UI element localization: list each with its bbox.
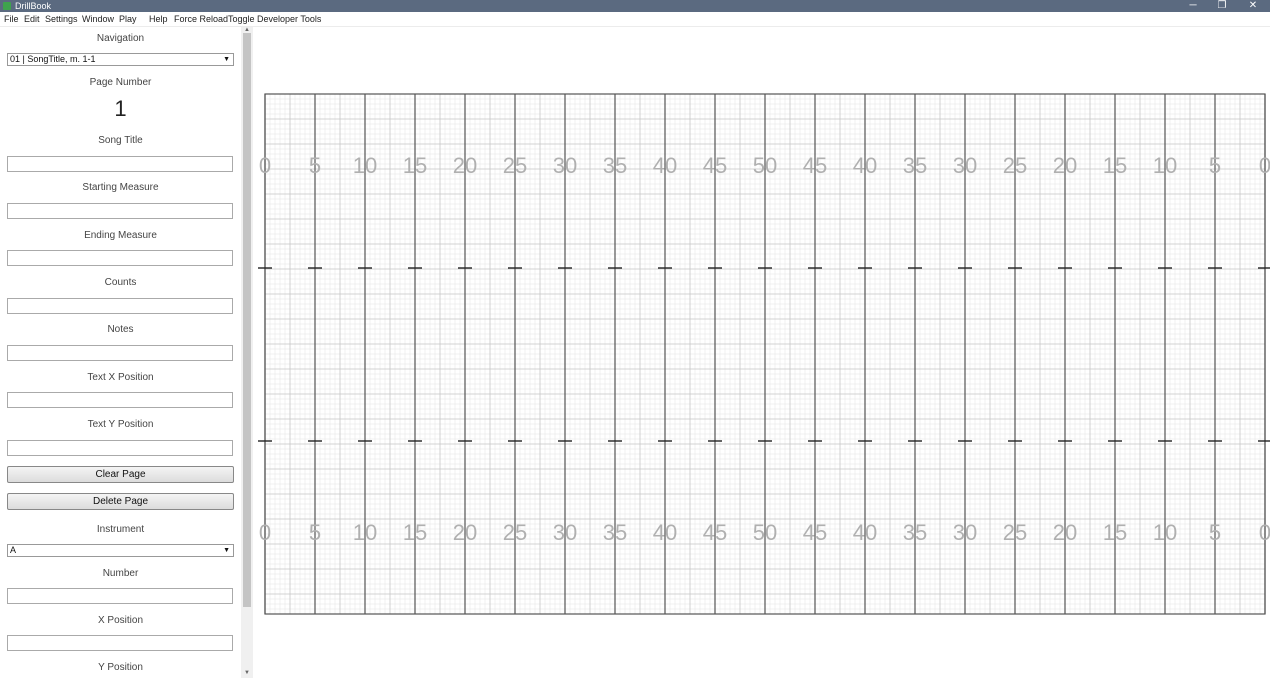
yard-number: 10 bbox=[353, 520, 377, 545]
chevron-down-icon: ▼ bbox=[223, 547, 230, 554]
number-input[interactable] bbox=[7, 588, 233, 604]
yard-number: 25 bbox=[1003, 520, 1027, 545]
clear-page-button[interactable]: Clear Page bbox=[7, 466, 234, 483]
x-position-input[interactable] bbox=[7, 635, 233, 651]
yard-number: 30 bbox=[953, 153, 977, 178]
yard-number: 50 bbox=[753, 153, 777, 178]
x-position-label: X Position bbox=[97, 615, 144, 626]
yard-number: 35 bbox=[903, 153, 927, 178]
football-field[interactable]: 0 5 10 15 20 25 30 35 40 45 50 45 40 35 30 25 20 15 10 5 00 5… bbox=[253, 27, 1270, 678]
yard-number: 10 bbox=[1153, 520, 1177, 545]
starting-measure-label: Starting Measure bbox=[82, 182, 159, 193]
menu-settings[interactable]: Settings bbox=[45, 12, 78, 26]
yard-number: 25 bbox=[1003, 153, 1027, 178]
close-icon[interactable]: ✕ bbox=[1242, 0, 1264, 12]
app-icon bbox=[3, 2, 11, 10]
chevron-down-icon: ▼ bbox=[223, 56, 230, 63]
yard-number: 40 bbox=[653, 520, 677, 545]
menu-play[interactable]: Play bbox=[119, 12, 137, 26]
counts-input[interactable] bbox=[7, 298, 233, 314]
navigation-label: Navigation bbox=[96, 33, 145, 44]
menu-file[interactable]: File bbox=[4, 12, 19, 26]
yard-number: 5 bbox=[309, 520, 321, 545]
text-x-position-input[interactable] bbox=[7, 392, 233, 408]
menu-help[interactable]: Help bbox=[149, 12, 168, 26]
navigation-select[interactable]: 01 | SongTitle, m. 1-1 ▼ bbox=[7, 53, 234, 66]
yard-number: 10 bbox=[353, 153, 377, 178]
menu-toggle-dev-tools[interactable]: Toggle Developer Tools bbox=[228, 12, 321, 26]
page-number-value: 1 bbox=[114, 96, 127, 121]
yard-number: 0 bbox=[1259, 520, 1270, 545]
starting-measure-input[interactable] bbox=[7, 203, 233, 219]
y-position-label: Y Position bbox=[98, 662, 143, 673]
yard-number: 0 bbox=[1259, 153, 1270, 178]
yard-number: 20 bbox=[453, 153, 477, 178]
yard-number: 15 bbox=[403, 153, 427, 178]
text-y-position-label: Text Y Position bbox=[87, 419, 154, 430]
yard-number: 45 bbox=[703, 153, 727, 178]
scrollbar-thumb[interactable] bbox=[243, 33, 251, 607]
instrument-label: Instrument bbox=[96, 524, 145, 535]
menu-bar: File Edit Settings Window Play Help Forc… bbox=[0, 12, 1270, 27]
yard-number: 15 bbox=[403, 520, 427, 545]
yard-number: 30 bbox=[553, 520, 577, 545]
delete-page-button[interactable]: Delete Page bbox=[7, 493, 234, 510]
yard-number: 5 bbox=[1209, 153, 1221, 178]
minimize-icon[interactable]: ─ bbox=[1182, 0, 1204, 12]
yard-number: 5 bbox=[1209, 520, 1221, 545]
drill-canvas[interactable]: 0 5 10 15 20 25 30 35 40 45 50 45 40 35 30 25 20 15 10 5 0 0 5… bbox=[253, 27, 1270, 678]
yard-number: 25 bbox=[503, 520, 527, 545]
text-y-position-input[interactable] bbox=[7, 440, 233, 456]
yard-number: 15 bbox=[1103, 153, 1127, 178]
song-title-input[interactable] bbox=[7, 156, 233, 172]
yard-number: 35 bbox=[603, 520, 627, 545]
text-x-position-label: Text X Position bbox=[87, 372, 154, 383]
yard-number: 25 bbox=[503, 153, 527, 178]
menu-window[interactable]: Window bbox=[82, 12, 114, 26]
yard-number: 15 bbox=[1103, 520, 1127, 545]
yard-number: 0 bbox=[259, 520, 271, 545]
sidebar: Navigation 01 | SongTitle, m. 1-1 ▼ Page… bbox=[0, 27, 241, 678]
ending-measure-input[interactable] bbox=[7, 250, 233, 266]
number-label: Number bbox=[102, 568, 139, 579]
scroll-down-icon[interactable]: ▼ bbox=[241, 670, 253, 676]
song-title-label: Song Title bbox=[98, 135, 143, 146]
page-number-label: Page Number bbox=[89, 77, 152, 88]
yard-number: 45 bbox=[803, 520, 827, 545]
yard-number: 20 bbox=[1053, 153, 1077, 178]
counts-label: Counts bbox=[104, 277, 137, 288]
window-title: DrillBook bbox=[15, 1, 52, 11]
yard-number: 0 bbox=[259, 153, 271, 178]
yard-number: 10 bbox=[1153, 153, 1177, 178]
yard-number: 45 bbox=[803, 153, 827, 178]
yard-number: 40 bbox=[853, 153, 877, 178]
yard-number: 30 bbox=[553, 153, 577, 178]
menu-force-reload[interactable]: Force Reload bbox=[174, 12, 228, 26]
title-bar: DrillBook ─ ❐ ✕ bbox=[0, 0, 1270, 12]
menu-edit[interactable]: Edit bbox=[24, 12, 40, 26]
ending-measure-label: Ending Measure bbox=[84, 230, 157, 241]
notes-label: Notes bbox=[107, 324, 134, 335]
yard-number: 20 bbox=[1053, 520, 1077, 545]
yard-number: 35 bbox=[603, 153, 627, 178]
notes-input[interactable] bbox=[7, 345, 233, 361]
yard-number: 45 bbox=[703, 520, 727, 545]
yard-number: 40 bbox=[653, 153, 677, 178]
yard-number: 40 bbox=[853, 520, 877, 545]
yard-number: 30 bbox=[953, 520, 977, 545]
yard-number: 20 bbox=[453, 520, 477, 545]
sidebar-scrollbar[interactable]: ▲ ▼ bbox=[241, 27, 253, 678]
instrument-select[interactable]: A ▼ bbox=[7, 544, 234, 557]
maximize-icon[interactable]: ❐ bbox=[1211, 0, 1233, 12]
yard-number: 50 bbox=[753, 520, 777, 545]
yard-number: 35 bbox=[903, 520, 927, 545]
yard-number: 5 bbox=[309, 153, 321, 178]
instrument-select-value: A bbox=[10, 545, 17, 555]
navigation-select-value: 01 | SongTitle, m. 1-1 bbox=[10, 54, 96, 64]
